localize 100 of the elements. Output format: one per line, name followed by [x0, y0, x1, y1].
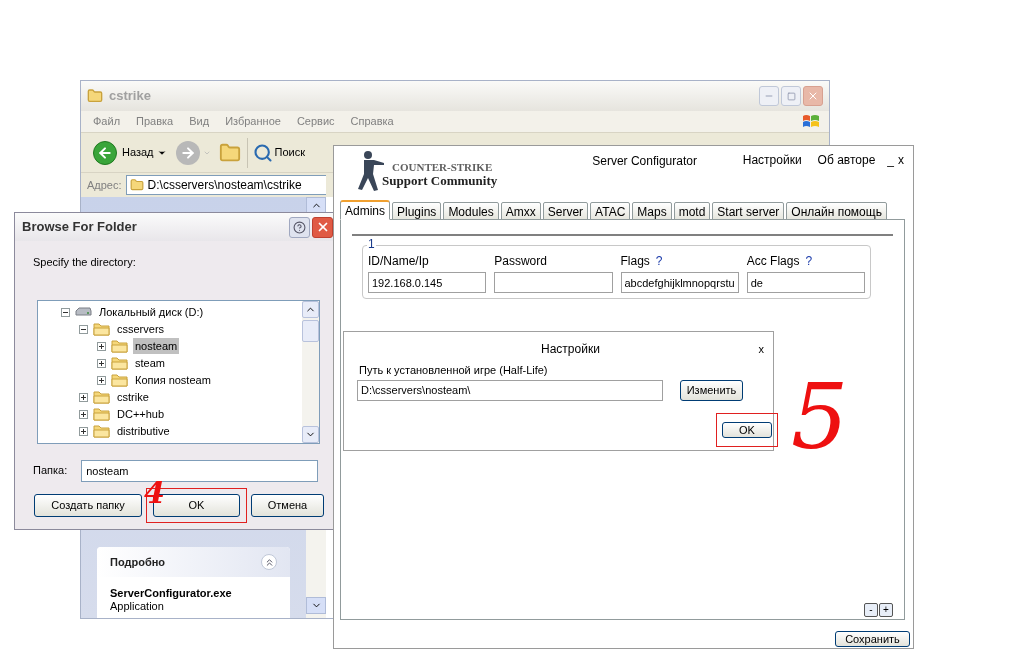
menu-item[interactable]: Избранное: [217, 113, 289, 130]
tab[interactable]: Plugins: [392, 202, 442, 220]
address-label: Адрес:: [87, 177, 122, 193]
tree-item[interactable]: nosteam: [133, 337, 180, 355]
tab[interactable]: Server: [542, 202, 589, 220]
tree-item[interactable]: DC++hub: [115, 405, 167, 423]
field-label: Acc Flags: [746, 253, 800, 270]
search-icon: [252, 142, 273, 163]
expander-icon[interactable]: [79, 409, 88, 419]
close-button[interactable]: x: [898, 151, 904, 169]
tab[interactable]: Admins: [340, 200, 390, 220]
tab[interactable]: Modules: [443, 202, 499, 220]
address-field[interactable]: D:\csservers\nosteam\cstrike: [125, 175, 326, 195]
scroll-up-icon[interactable]: [302, 300, 319, 318]
window-title: Server Configurator: [592, 153, 697, 170]
logo-subtitle: Support Community: [382, 174, 498, 188]
menu-item[interactable]: Вид: [181, 113, 218, 130]
menu-item[interactable]: Правка: [128, 113, 182, 130]
change-button[interactable]: Изменить: [680, 379, 743, 401]
folder-icon: [111, 356, 128, 370]
file-name: ServerConfigurator.exe: [110, 587, 233, 600]
logo-title: COUNTER-STRIKE: [392, 160, 494, 174]
expander-icon[interactable]: [97, 358, 106, 368]
path-label: Путь к установленной игре (Half-Life): [359, 363, 549, 378]
minimize-button[interactable]: _: [887, 151, 894, 169]
group-number: 1: [367, 237, 376, 251]
folder-icon: [93, 322, 110, 336]
folder-icon: [93, 424, 110, 438]
folder-icon: [111, 373, 128, 387]
text-field[interactable]: [494, 272, 613, 293]
tree-item[interactable]: cstrike: [115, 388, 151, 406]
ok-button[interactable]: OK: [722, 421, 772, 438]
drive-icon: [75, 307, 92, 317]
dialog-title: Browse For Folder: [22, 218, 137, 237]
text-field[interactable]: abcdefghijklmnopqrstu: [620, 272, 739, 293]
annotation-number: 5: [791, 372, 849, 462]
tab[interactable]: Онлайн помощь: [786, 202, 887, 220]
add-button[interactable]: +: [879, 603, 893, 617]
tab[interactable]: Maps: [632, 202, 672, 220]
tree-item[interactable]: steam: [133, 354, 167, 372]
maximize-button[interactable]: [781, 86, 801, 106]
scroll-down-icon[interactable]: [302, 425, 319, 443]
back-icon: [93, 140, 117, 165]
folder-field[interactable]: nosteam: [81, 459, 319, 482]
folder-icon: [93, 407, 110, 421]
menu-item[interactable]: Справка: [342, 113, 402, 130]
back-button[interactable]: Назад: [93, 140, 154, 165]
expander-icon[interactable]: [61, 307, 70, 317]
menu-item[interactable]: Сервис: [288, 113, 343, 130]
expander-icon[interactable]: [97, 341, 106, 351]
collapse-icon[interactable]: [261, 554, 277, 570]
tab[interactable]: ATAC: [590, 202, 631, 220]
maximize-icon: [786, 91, 796, 101]
tab[interactable]: motd: [673, 202, 711, 220]
scroll-thumb[interactable]: [302, 319, 319, 342]
path-field[interactable]: D:\csservers\nosteam\: [357, 379, 663, 401]
window-title: cstrike: [109, 87, 151, 106]
field-label: Password: [494, 253, 547, 270]
close-button[interactable]: [803, 86, 823, 106]
dialog-title: Настройки: [541, 341, 600, 358]
dialog-button[interactable]: Создать папку: [34, 493, 142, 517]
file-type: Application: [110, 600, 165, 613]
dialog-button[interactable]: Отмена: [251, 493, 324, 517]
tree-item[interactable]: Локальный диск (D:): [97, 303, 206, 321]
tab[interactable]: Start server: [712, 202, 785, 220]
folder-label: Папка:: [33, 463, 68, 479]
tree-item[interactable]: distributive: [115, 422, 172, 440]
menu-item[interactable]: Файл: [85, 113, 129, 130]
help-link[interactable]: ?: [805, 252, 813, 270]
tree-item[interactable]: Копия nosteam: [133, 371, 213, 389]
scroll-down-icon[interactable]: [306, 597, 326, 614]
save-button[interactable]: Сохранить: [835, 631, 910, 647]
folder-icon: [93, 390, 110, 404]
folder-icon: [129, 178, 144, 192]
forward-icon[interactable]: [175, 140, 200, 165]
close-icon[interactable]: [312, 216, 333, 238]
details-heading: Подробно: [110, 554, 166, 570]
scrollbar[interactable]: [302, 300, 319, 443]
minimize-button[interactable]: [759, 86, 779, 106]
expander-icon[interactable]: [79, 324, 88, 334]
folder-icon: [111, 339, 128, 353]
field-label: Flags: [620, 253, 650, 270]
text-field[interactable]: de: [746, 272, 865, 293]
text-field[interactable]: 192.168.0.145: [368, 272, 487, 293]
tree-item[interactable]: csservers: [115, 320, 167, 338]
menu-item[interactable]: Настройки: [742, 151, 802, 169]
folder-icon: [87, 88, 103, 104]
help-link[interactable]: ?: [655, 252, 663, 270]
close-icon: [807, 90, 819, 102]
field-label: ID/Name/Ip: [368, 253, 429, 270]
expander-icon[interactable]: [97, 375, 106, 385]
menu-item[interactable]: Об авторе: [817, 151, 876, 169]
search-button[interactable]: Поиск: [252, 142, 305, 163]
prompt-text: Specify the directory:: [33, 255, 137, 270]
expander-icon[interactable]: [79, 392, 88, 402]
help-icon[interactable]: [289, 216, 310, 238]
remove-button[interactable]: -: [864, 603, 878, 617]
tab[interactable]: Amxx: [500, 202, 541, 220]
close-button[interactable]: x: [758, 340, 764, 358]
expander-icon[interactable]: [79, 426, 88, 436]
